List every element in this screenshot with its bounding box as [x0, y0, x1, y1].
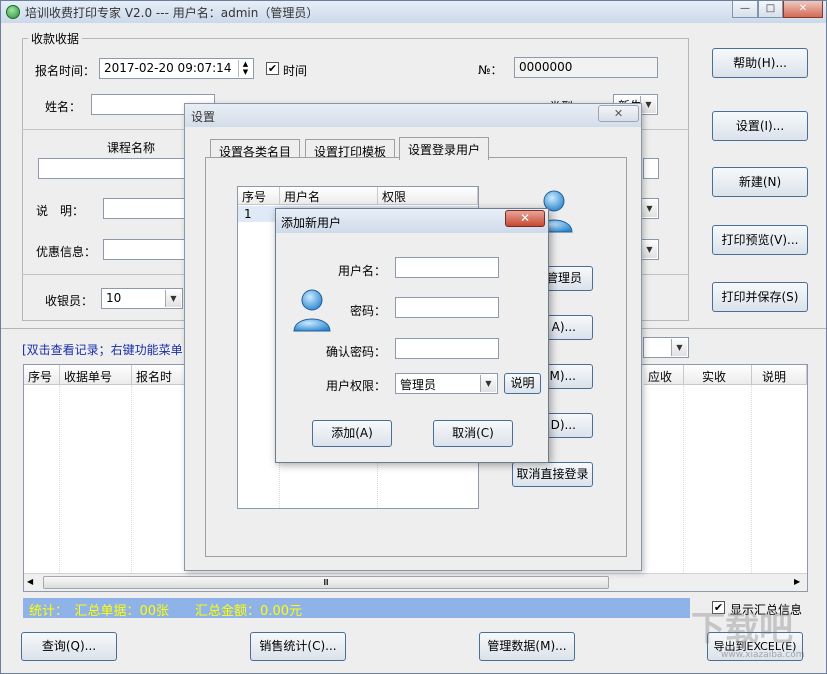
col-header[interactable]: 权限 [378, 187, 478, 205]
scroll-thumb[interactable]: Ⅲ [43, 576, 609, 589]
help-button[interactable]: 帮助(H)... [712, 48, 808, 78]
discount-input[interactable] [103, 239, 187, 260]
new-button[interactable]: 新建(N) [712, 167, 808, 197]
discount-label: 优惠信息： [36, 245, 97, 259]
summary-bar: 统计： 汇总单据：00张 汇总金额：0.00元 [23, 598, 690, 619]
course-extra-field[interactable] [643, 158, 659, 179]
summary-text: 统计： 汇总单据：00张 汇总金额：0.00元 [29, 604, 302, 619]
print-preview-button[interactable]: 打印预览(V)... [712, 225, 808, 255]
course-name-input[interactable] [38, 158, 186, 179]
description-input[interactable] [103, 198, 187, 219]
add-button[interactable]: 添加(A) [312, 420, 392, 447]
description-select[interactable]: ▼ [639, 198, 659, 219]
records-hint: [双击查看记录；右键功能菜单 [22, 343, 183, 357]
manage-data-button[interactable]: 管理数据(M)... [479, 632, 575, 661]
settings-title: 设置 [191, 110, 216, 124]
settings-button[interactable]: 设置(I)... [712, 111, 808, 141]
user-row-no: 1 [244, 207, 252, 221]
description-label: 说 明： [36, 204, 85, 218]
cashier-select[interactable]: 10 ▼ [101, 288, 183, 309]
col-header[interactable]: 应收 [644, 365, 684, 385]
chevron-down-icon: ▼ [641, 241, 657, 258]
col-header[interactable]: 实收 [684, 365, 752, 385]
cashier-value: 10 [106, 291, 122, 305]
col-header[interactable]: 序号 [24, 365, 60, 385]
permission-select[interactable]: 管理员 ▼ [395, 373, 498, 394]
reg-time-value: 2017-02-20 09:07:14 [104, 61, 232, 75]
grid-line [751, 385, 752, 573]
chevron-down-icon: ▼ [480, 375, 496, 392]
add-user-dialog: 添加新用户 ✕ 用户名： 密码： 确认密码： 用户权限： 管理员 ▼ 说明 添加… [275, 208, 549, 463]
cancel-button[interactable]: 取消(C) [433, 420, 513, 447]
chevron-down-icon: ▼ [671, 339, 687, 356]
chevron-down-icon: ▼ [165, 290, 181, 307]
col-header[interactable]: 收据单号 [60, 365, 132, 385]
reg-time-label: 报名时间： [35, 64, 96, 78]
col-header[interactable]: 序号 [238, 187, 280, 205]
permission-label: 用户权限： [326, 379, 387, 393]
grid-line [683, 385, 684, 573]
records-filter-select[interactable]: ▼ [643, 337, 689, 358]
time-checkbox[interactable]: ✔ [266, 62, 279, 75]
password-input[interactable] [395, 297, 499, 318]
permission-value: 管理员 [400, 378, 437, 392]
course-name-header: 课程名称 [107, 141, 156, 155]
explain-button[interactable]: 说明 [504, 373, 541, 394]
settings-close-button[interactable]: ✕ [598, 105, 639, 122]
chevron-down-icon: ▼ [641, 200, 657, 217]
password-label: 密码： [350, 304, 387, 318]
horizontal-scrollbar[interactable]: ◀ Ⅲ ▶ [24, 573, 807, 591]
time-checkbox-label: 时间 [283, 64, 308, 78]
confirm-password-input[interactable] [395, 338, 499, 359]
grid-line [131, 385, 132, 573]
close-button[interactable]: ✕ [783, 1, 823, 18]
app-icon [6, 5, 20, 19]
col-header[interactable]: 报名时 [132, 365, 192, 385]
user-avatar-icon [293, 289, 331, 332]
add-user-title: 添加新用户 [281, 216, 342, 230]
cancel-direct-login-button[interactable]: 取消直接登录 [512, 462, 593, 487]
username-input[interactable] [395, 257, 499, 278]
scroll-left-icon[interactable]: ◀ [27, 577, 33, 586]
settings-title-bar: 设置 ✕ [185, 104, 641, 127]
sales-stats-button[interactable]: 销售统计(C)... [250, 632, 346, 661]
minimize-button[interactable]: — [732, 1, 758, 18]
username-label: 用户名： [338, 264, 387, 278]
add-user-close-button[interactable]: ✕ [505, 210, 545, 227]
spin-updown-icon[interactable]: ▲ ▼ [238, 60, 252, 77]
query-button[interactable]: 查询(Q)... [21, 632, 117, 661]
add-user-title-bar: 添加新用户 ✕ [276, 209, 548, 233]
scroll-right-icon[interactable]: ▶ [794, 577, 800, 586]
receipt-no-label: №： [478, 63, 503, 77]
watermark-logo: 下载吧 [691, 609, 793, 649]
maximize-button[interactable]: □ [758, 1, 783, 18]
col-header[interactable]: 说明 [752, 365, 807, 385]
reg-time-picker[interactable]: 2017-02-20 09:07:14 ▲ ▼ [99, 58, 254, 79]
watermark-url: www.xiazaiba.com [721, 650, 805, 660]
discount-select[interactable]: ▼ [639, 239, 659, 260]
cashier-label: 收银员： [45, 294, 94, 308]
title-bar: 培训收费打印专家 V2.0 --- 用户名：admin（管理员） — □ ✕ [1, 1, 826, 23]
print-save-button[interactable]: 打印并保存(S) [712, 282, 808, 312]
grid-line [59, 385, 60, 573]
name-label: 姓名： [45, 100, 82, 114]
tab-login-users[interactable]: 设置登录用户 [399, 137, 490, 160]
chevron-down-icon: ▼ [640, 96, 656, 113]
window-title: 培训收费打印专家 V2.0 --- 用户名：admin（管理员） [25, 6, 319, 20]
receipt-no-field[interactable]: 0000000 [514, 57, 658, 78]
confirm-password-label: 确认密码： [326, 345, 387, 359]
col-header[interactable]: 用户名 [280, 187, 378, 205]
receipt-group-title: 收款收据 [28, 30, 83, 47]
